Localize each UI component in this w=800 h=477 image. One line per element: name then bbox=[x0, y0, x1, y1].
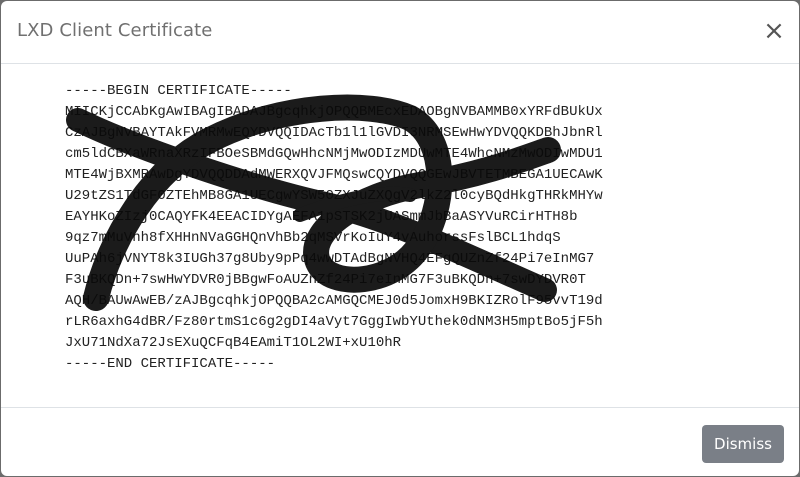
certificate-text: -----BEGIN CERTIFICATE----- MIICKjCCAbKgA… bbox=[65, 81, 603, 375]
certificate-line: EAYHKoZIzj0CAQYFK4EEACIDYgAEFA1pSTSK2jUA… bbox=[65, 209, 578, 225]
dialog-title: LXD Client Certificate bbox=[17, 20, 213, 41]
dismiss-button[interactable]: Dismiss bbox=[702, 425, 784, 463]
certificate-line: -----END CERTIFICATE----- bbox=[65, 356, 276, 372]
certificate-dialog: LXD Client Certificate × -----BEGIN CERT… bbox=[1, 1, 799, 476]
certificate-line: F3uBKQDn+7swHwYDVR0jBBgwFoAUZnZf24Pi7eIn… bbox=[65, 272, 586, 288]
certificate-line: rLR6axhG4dBR/Fz80rtmS1c6g2gDI4aVyt7GggIw… bbox=[65, 314, 603, 330]
certificate-line: cm5ldCBXaWRnaXRzIFBOeSBMdGQwHhcNMjMwODIz… bbox=[65, 146, 603, 162]
certificate-line: U29tZS1TdGF0ZTEhMB8GA1UECgwYSW50ZXJuZXQg… bbox=[65, 188, 603, 204]
dialog-body: -----BEGIN CERTIFICATE----- MIICKjCCAbKgA… bbox=[1, 64, 799, 407]
certificate-line: CzAJBgNVBAYTAkFVMRMwEQYDVQQIDAcTb1l1lGVD… bbox=[65, 125, 603, 141]
certificate-line: UuPAh6jVNYT8k3IUGh37g8Uby9pPq4wwDTAdBgNV… bbox=[65, 251, 595, 267]
dialog-footer: Dismiss bbox=[1, 407, 799, 476]
certificate-line: AQH/BAUwAwEB/zAJBgcqhkjOPQQBA2cAMGQCMEJ0… bbox=[65, 293, 603, 309]
certificate-line: MTE4WjBXMRAwDgYDVQQDDAdMWERXQVJFMQswCQYD… bbox=[65, 167, 603, 183]
close-button[interactable]: × bbox=[763, 16, 785, 46]
close-icon: × bbox=[763, 16, 785, 46]
certificate-line: JxU71NdXa72JsEXuQCFqB4EAmiT1OL2WI+xU10hR bbox=[65, 335, 402, 351]
dialog-header: LXD Client Certificate × bbox=[1, 1, 799, 64]
certificate-line: -----BEGIN CERTIFICATE----- bbox=[65, 83, 292, 99]
certificate-line: 9qz7mMuVnh8fXHHnNVaGGHQnVhBb2qMSVrKoIuY4… bbox=[65, 230, 561, 246]
certificate-line: MIICKjCCAbKgAwIBAgIBADAJBgcqhkjOPQQBMEcx… bbox=[65, 104, 603, 120]
